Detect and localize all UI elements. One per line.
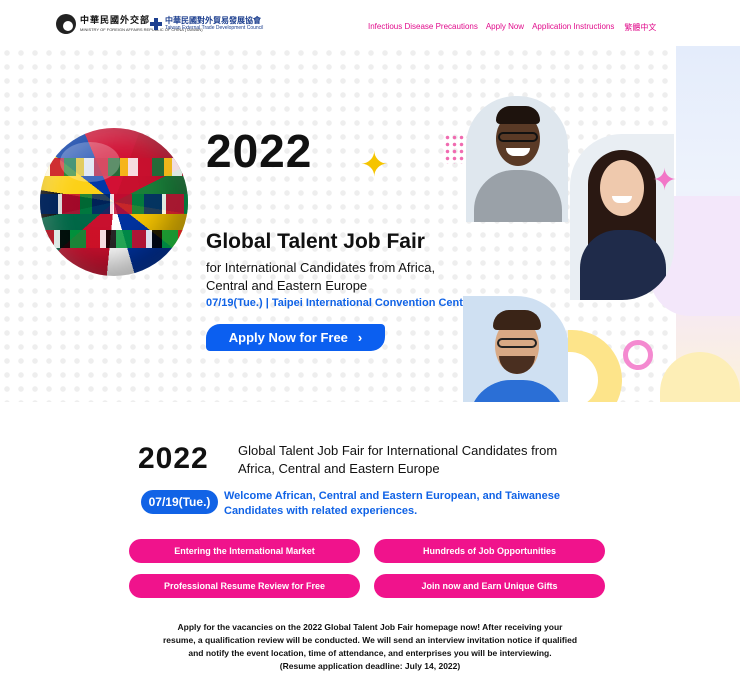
- nav-instructions-link[interactable]: Application Instructions: [532, 22, 614, 33]
- portrait-woman-photo: [570, 134, 674, 300]
- feature-resume-review: Professional Resume Review for Free: [129, 574, 360, 598]
- apply-now-label: Apply Now for Free: [228, 330, 348, 345]
- welcome-text-line2: Candidates with related experiences.: [224, 505, 418, 517]
- apply-now-button[interactable]: Apply Now for Free ›: [206, 324, 385, 351]
- application-description: Apply for the vacancies on the 2022 Glob…: [130, 621, 610, 673]
- section-title-line1: Global Talent Job Fair for International…: [238, 443, 558, 458]
- pink-sparkle-icon: [652, 166, 682, 200]
- feature-unique-gifts: Join now and Earn Unique Gifts: [374, 574, 605, 598]
- taitra-logo-zh: 中華民國對外貿易發展協會: [165, 16, 261, 25]
- mofa-seal-icon: [56, 14, 76, 34]
- description-deadline: (Resume application deadline: July 14, 2…: [279, 661, 461, 671]
- event-date-badge: 07/19(Tue.): [141, 490, 218, 514]
- flag-globe-image: [40, 128, 188, 276]
- section-title-line2: Africa, Central and Eastern Europe: [238, 461, 440, 476]
- taitra-logo[interactable]: 中華民國對外貿易發展協會 Taiwan External Trade Devel…: [150, 17, 263, 31]
- nav-language-link[interactable]: 繁體中文: [624, 22, 656, 33]
- site-header: 中華民國外交部 MINISTRY OF FOREIGN AFFAIRS REPU…: [0, 0, 740, 46]
- nav-precautions-link[interactable]: Infectious Disease Precautions: [368, 22, 478, 33]
- portrait-man-glasses-photo: [466, 96, 568, 222]
- feature-international-market: Entering the International Market: [129, 539, 360, 563]
- description-line: and notify the event location, time of a…: [188, 648, 552, 658]
- portrait-bearded-man-photo: [463, 296, 569, 402]
- description-line: resume, a qualification review will be c…: [162, 635, 578, 645]
- hero-title: Global Talent Job Fair: [206, 230, 425, 253]
- welcome-text-line1: Welcome African, Central and Eastern Eur…: [224, 490, 561, 502]
- nav-apply-link[interactable]: Apply Now: [486, 22, 524, 33]
- top-nav: Infectious Disease Precautions Apply Now…: [368, 22, 664, 33]
- decorative-pink-ring: [623, 340, 653, 370]
- description-line: Apply for the vacancies on the 2022 Glob…: [177, 622, 563, 632]
- taitra-mark-icon: [150, 18, 162, 30]
- hero-date-venue: 07/19(Tue.) | Taipei International Conve…: [206, 297, 474, 309]
- hero-subtitle-line2: Central and Eastern Europe: [206, 278, 368, 293]
- gold-sparkle-icon: [360, 148, 390, 182]
- chevron-right-icon: ›: [357, 330, 363, 345]
- feature-job-opportunities: Hundreds of Job Opportunities: [374, 539, 605, 563]
- hero-banner: 2022 Global Talent Job Fair for Internat…: [0, 46, 740, 402]
- hero-subtitle-line1: for International Candidates from Africa…: [206, 260, 436, 275]
- section-year: 2022: [138, 442, 209, 475]
- taitra-logo-en: Taiwan External Trade Development Counci…: [165, 25, 264, 31]
- hero-year: 2022: [206, 125, 313, 177]
